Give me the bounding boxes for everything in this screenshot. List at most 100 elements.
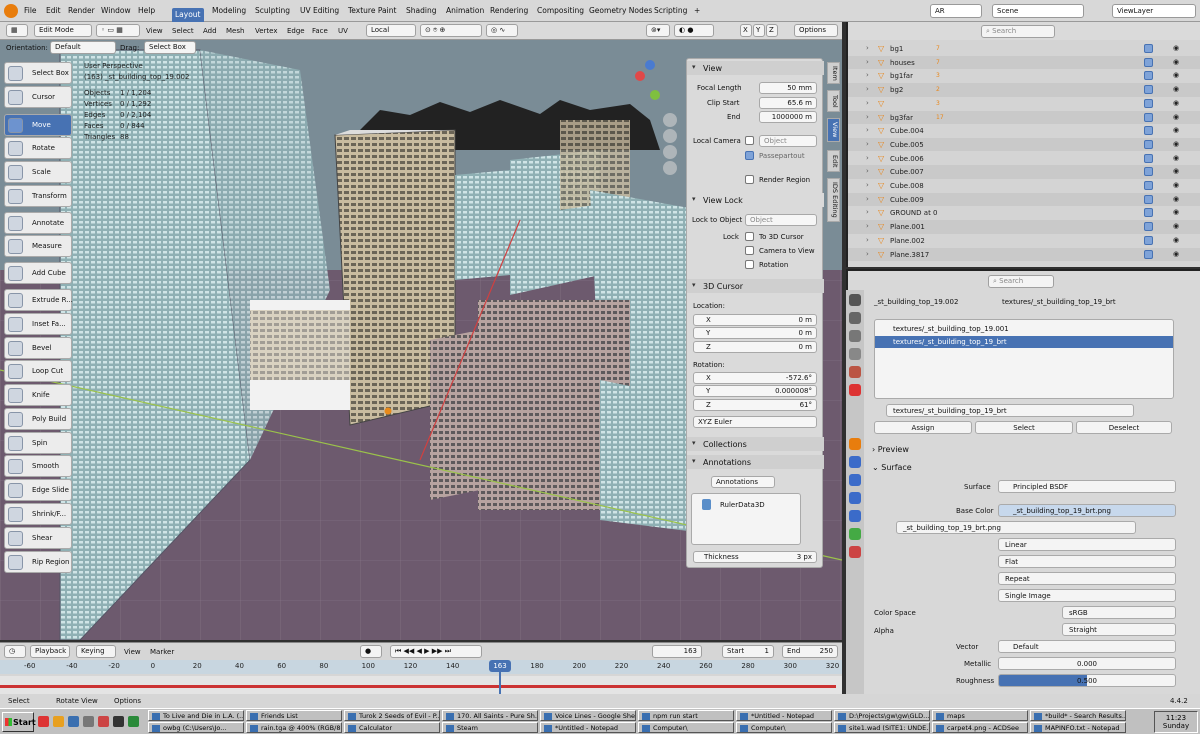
current-frame-field[interactable]: 163 bbox=[652, 645, 702, 658]
material-slot-row[interactable]: textures/_st_building_top_19.001 bbox=[875, 323, 1173, 335]
tab-animation[interactable]: Animation bbox=[446, 6, 484, 15]
overlays-button[interactable]: ⊚▾ bbox=[646, 24, 670, 37]
taskbar-window-button[interactable]: Turok 2 Seeds of Evil - P... bbox=[344, 710, 440, 721]
tool-rotate[interactable]: Rotate bbox=[4, 137, 72, 159]
exclude-checkbox[interactable] bbox=[1144, 153, 1153, 163]
menu-add[interactable]: Add bbox=[203, 27, 217, 35]
expand-arrow-icon[interactable]: › bbox=[866, 58, 869, 66]
tab-compositing[interactable]: Compositing bbox=[537, 6, 584, 15]
outliner-row[interactable]: › ▽ Cube.008 ◉ bbox=[848, 179, 1200, 193]
cursor-loc-z-field[interactable]: Z 0 m bbox=[693, 341, 817, 353]
annotations-datablock-field[interactable]: Annotations bbox=[711, 476, 775, 488]
visibility-eye-icon[interactable]: ◉ bbox=[1173, 58, 1179, 66]
lock-rotation-checkbox[interactable] bbox=[745, 260, 754, 269]
exclude-checkbox[interactable] bbox=[1144, 112, 1153, 122]
timeline-marker-menu[interactable]: Marker bbox=[150, 648, 174, 656]
taskbar-window-button[interactable]: Computer\ bbox=[736, 722, 832, 733]
outliner-row[interactable]: › ▽ Plane.002 ◉ bbox=[848, 234, 1200, 248]
taskbar-window-button[interactable]: Steam bbox=[442, 722, 538, 733]
expand-arrow-icon[interactable]: › bbox=[866, 126, 869, 134]
tab-edit[interactable]: Edit bbox=[827, 150, 840, 172]
playback-menu[interactable]: Playback bbox=[30, 645, 70, 658]
outliner-row[interactable]: › ▽ Cube.007 ◉ bbox=[848, 165, 1200, 179]
taskbar-window-button[interactable]: Computer\ bbox=[638, 722, 734, 733]
taskbar-window-button[interactable]: Calculator bbox=[344, 722, 440, 733]
menu-window[interactable]: Window bbox=[101, 6, 131, 15]
world-tab-icon[interactable] bbox=[849, 384, 861, 396]
tab-view[interactable]: View bbox=[827, 118, 840, 142]
collections-section-header[interactable]: Collections bbox=[687, 437, 824, 451]
exclude-checkbox[interactable] bbox=[1144, 235, 1153, 245]
expand-arrow-icon[interactable]: › bbox=[866, 154, 869, 162]
view-layer-tab-icon[interactable] bbox=[849, 348, 861, 360]
tool-inset-faces[interactable]: Inset Fa... bbox=[4, 313, 72, 335]
menu-select[interactable]: Select bbox=[172, 27, 194, 35]
exclude-checkbox[interactable] bbox=[1144, 44, 1153, 53]
layer-color-swatch[interactable] bbox=[702, 499, 711, 510]
axis-z-button[interactable]: Z bbox=[766, 24, 778, 37]
material-tab-icon[interactable] bbox=[849, 546, 861, 558]
image-datablock-field[interactable]: _st_building_top_19_brt.png bbox=[896, 521, 1136, 534]
taskbar-window-button[interactable]: owbg (C:\Users\Jo... bbox=[148, 722, 244, 733]
render-tab-icon[interactable] bbox=[849, 312, 861, 324]
expand-arrow-icon[interactable]: › bbox=[866, 195, 869, 203]
exclude-checkbox[interactable] bbox=[1144, 71, 1153, 81]
outliner-search-input[interactable]: ⌕ Search bbox=[981, 25, 1055, 38]
modifiers-tab-icon[interactable] bbox=[849, 456, 861, 468]
visibility-eye-icon[interactable]: ◉ bbox=[1173, 71, 1179, 79]
tool-select-box[interactable]: Select Box bbox=[4, 62, 72, 84]
visibility-eye-icon[interactable]: ◉ bbox=[1173, 44, 1179, 52]
alpha-select[interactable]: Straight bbox=[1062, 623, 1176, 636]
outliner-row[interactable]: › ▽ bg1far 3 ◉ bbox=[848, 69, 1200, 83]
cursor-rot-x-field[interactable]: X -572.6° bbox=[693, 372, 817, 384]
expand-arrow-icon[interactable]: › bbox=[866, 140, 869, 148]
tab-shading[interactable]: Shading bbox=[406, 6, 436, 15]
expand-arrow-icon[interactable]: › bbox=[866, 44, 869, 52]
3d-cursor-section-header[interactable]: 3D Cursor bbox=[687, 279, 824, 293]
visibility-eye-icon[interactable]: ◉ bbox=[1173, 236, 1179, 244]
tool-tab-icon[interactable] bbox=[849, 294, 861, 306]
taskbar-window-button[interactable]: *build* - Search Results... bbox=[1030, 710, 1126, 721]
menu-vertex[interactable]: Vertex bbox=[255, 27, 278, 35]
tool-shrink-fatten[interactable]: Shrink/F... bbox=[4, 503, 72, 525]
expand-arrow-icon[interactable]: › bbox=[866, 222, 869, 230]
outliner-row[interactable]: › ▽ bg3far 17 ◉ bbox=[848, 110, 1200, 125]
tool-extrude-region[interactable]: Extrude R... bbox=[4, 289, 73, 311]
taskbar-window-button[interactable]: npm run start bbox=[638, 710, 734, 721]
playback-controls[interactable]: ⏮ ◀◀ ◀ ▶ ▶▶ ⏭ bbox=[390, 645, 482, 658]
mode-select[interactable]: Edit Mode bbox=[34, 24, 92, 37]
tool-edge-slide[interactable]: Edge Slide bbox=[4, 479, 72, 501]
tool-scale[interactable]: Scale bbox=[4, 161, 72, 183]
menu-file[interactable]: File bbox=[24, 6, 37, 15]
tool-bevel[interactable]: Bevel bbox=[4, 337, 72, 359]
annotation-layer-name[interactable]: RulerData3D bbox=[720, 501, 765, 509]
vector-field[interactable]: Default bbox=[998, 640, 1176, 653]
auto-key-button[interactable]: ● bbox=[360, 645, 382, 658]
physics-tab-icon[interactable] bbox=[849, 492, 861, 504]
assign-button[interactable]: Assign bbox=[874, 421, 972, 434]
menu-view[interactable]: View bbox=[146, 27, 163, 35]
projection-select[interactable]: Flat bbox=[998, 555, 1176, 568]
exclude-checkbox[interactable] bbox=[1144, 85, 1153, 95]
taskbar-window-button[interactable]: *Untitled - Notepad bbox=[736, 710, 832, 721]
data-tab-icon[interactable] bbox=[849, 528, 861, 540]
local-camera-object-field[interactable]: Object bbox=[759, 135, 817, 147]
keying-menu[interactable]: Keying bbox=[76, 645, 116, 658]
taskbar-window-button[interactable]: D:\Projects\gw\gw\GLD... bbox=[834, 710, 930, 721]
tool-knife[interactable]: Knife bbox=[4, 384, 72, 406]
tab-ids-editing[interactable]: IDS Editing bbox=[827, 178, 840, 222]
material-name-field[interactable]: textures/_st_building_top_19_brt bbox=[886, 404, 1134, 417]
tab-item[interactable]: Item bbox=[827, 62, 840, 84]
tool-loop-cut[interactable]: Loop Cut bbox=[4, 360, 72, 382]
visibility-eye-icon[interactable]: ◉ bbox=[1173, 140, 1179, 148]
taskbar-window-button[interactable]: 170. All Saints - Pure Sh... bbox=[442, 710, 538, 721]
menu-uv[interactable]: UV bbox=[338, 27, 348, 35]
taskbar-window-button[interactable]: maps bbox=[932, 710, 1028, 721]
view-lock-header[interactable]: View Lock bbox=[687, 193, 824, 207]
orientation-select[interactable]: Default bbox=[50, 41, 116, 54]
playhead[interactable]: 163 bbox=[489, 660, 511, 672]
outliner-row[interactable]: › ▽ Plane.3817 ◉ bbox=[848, 247, 1200, 262]
color-space-select[interactable]: sRGB bbox=[1062, 606, 1176, 619]
tool-add-cube[interactable]: Add Cube bbox=[4, 262, 72, 284]
menu-help[interactable]: Help bbox=[138, 6, 155, 15]
